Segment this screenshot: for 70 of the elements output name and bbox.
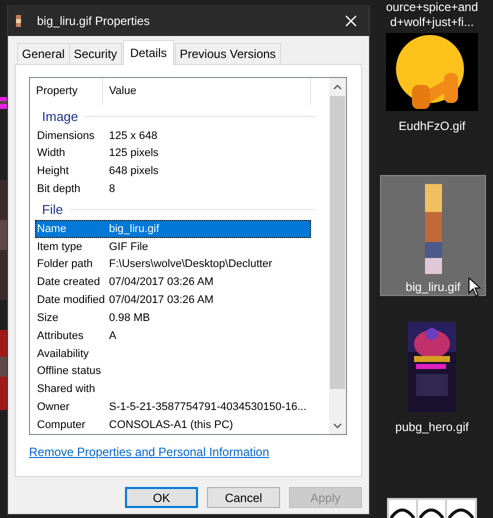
property-name: Computer <box>37 419 86 431</box>
property-value: A <box>109 330 116 342</box>
list-row[interactable]: Owner S-1-5-21-3587754791-4034530150-16... <box>35 398 311 416</box>
tab[interactable]: General <box>17 43 70 64</box>
property-value: big_liru.gif <box>109 222 160 235</box>
property-value: F:\Users\wolve\Desktop\Declutter <box>109 258 272 270</box>
property-name: Width <box>37 147 66 160</box>
scroll-up-icon[interactable] <box>333 84 342 90</box>
group-header: Image <box>42 109 78 124</box>
list-row[interactable]: Bit depth 8 <box>35 180 311 198</box>
tab[interactable]: Security <box>68 43 122 64</box>
list-row[interactable]: Computer CONSOLAS-A1 (this PC) <box>35 416 311 434</box>
list-row[interactable]: Availability <box>35 344 311 363</box>
property-name: Dimensions <box>37 130 96 142</box>
file-label[interactable]: big_liru.gif <box>406 280 460 295</box>
property-value: CONSOLAS-A1 (this PC) <box>109 419 234 431</box>
property-name: Height <box>37 165 70 178</box>
list-row[interactable]: Folder path F:\Users\wolve\Desktop\Declutter <box>35 255 311 274</box>
property-name: Owner <box>37 401 70 414</box>
property-name: Date created <box>37 276 101 288</box>
file-label[interactable]: ource+spice+and <box>386 0 478 15</box>
property-name: Date modified <box>37 294 106 306</box>
property-name: Item type <box>37 240 84 253</box>
property-name: Shared with <box>37 383 96 396</box>
property-value: 07/04/2017 03:26 AM <box>109 276 214 288</box>
mouse-cursor-icon <box>468 277 481 297</box>
file-label[interactable]: EudhFzO.gif <box>398 119 466 134</box>
dialog-button[interactable]: OK <box>125 487 198 508</box>
list-row[interactable]: Name big_liru.gif <box>35 220 311 238</box>
property-name: Attributes <box>37 330 84 342</box>
property-value: 8 <box>109 183 116 196</box>
close-icon[interactable] <box>345 14 357 26</box>
window-title: big_liru.gif Properties <box>37 14 151 28</box>
list-row[interactable]: Size 0.98 MB <box>35 309 311 327</box>
property-name: Folder path <box>37 258 94 270</box>
property-name: Availability <box>37 348 90 360</box>
column-header[interactable]: Value <box>103 78 311 105</box>
list-row[interactable]: Width 125 pixels <box>35 144 311 162</box>
property-value: GIF File <box>109 240 148 253</box>
list-row[interactable]: Date modified 07/04/2017 03:26 AM <box>35 291 311 310</box>
list-row[interactable]: Attributes A <box>35 326 311 345</box>
property-value: 125 x 648 <box>109 130 158 142</box>
list-row[interactable]: Offline status <box>35 362 311 380</box>
group-header: File <box>42 202 63 218</box>
file-label[interactable]: d+wolf+just+fi... <box>390 15 474 30</box>
scrollbar-thumb[interactable] <box>330 96 345 389</box>
selected-file-tile[interactable]: big_liru.gif <box>380 175 486 296</box>
property-name: Offline status <box>37 365 102 378</box>
remove-properties-link[interactable]: Remove Properties and Personal Information <box>29 445 270 459</box>
file-icon <box>16 14 21 26</box>
tab[interactable]: Details <box>123 40 174 65</box>
file-label[interactable]: pubg_hero.gif <box>395 420 469 435</box>
list-row[interactable]: Dimensions 125 x 648 <box>35 126 311 144</box>
scrollbar[interactable] <box>329 78 346 434</box>
property-value: 125 pixels <box>109 147 159 160</box>
property-name: Name <box>37 222 68 235</box>
tab[interactable]: Previous Versions <box>174 43 281 64</box>
property-value: 07/04/2017 03:26 AM <box>109 294 214 306</box>
property-value: 0.98 MB <box>109 312 150 324</box>
dialog-button[interactable]: Cancel <box>207 487 280 508</box>
property-value: 648 pixels <box>109 165 159 178</box>
list-row[interactable]: Shared with <box>35 380 311 398</box>
column-header[interactable]: Property <box>30 78 103 105</box>
list-row[interactable]: Date created 07/04/2017 03:26 AM <box>35 273 311 292</box>
property-name: Bit depth <box>37 183 82 196</box>
property-name: Size <box>37 312 60 324</box>
list-row[interactable]: Height 648 pixels <box>35 162 311 180</box>
scroll-down-icon[interactable] <box>333 422 342 428</box>
list-row[interactable]: Item type GIF File <box>35 238 311 256</box>
property-value: S-1-5-21-3587754791-4034530150-16... <box>109 401 307 414</box>
